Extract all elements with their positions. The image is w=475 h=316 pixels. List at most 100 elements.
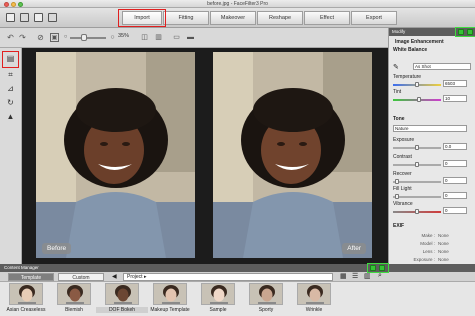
fill-light-slider-knob[interactable] xyxy=(395,194,399,199)
grid-view-icon[interactable]: ▦ xyxy=(340,272,347,280)
contrast-label: Contrast xyxy=(393,154,412,160)
rotate-tool-icon[interactable]: ↻ xyxy=(5,98,16,108)
zoom-in-icon[interactable]: ○ xyxy=(108,33,117,42)
redo-icon[interactable]: ↷ xyxy=(18,33,27,42)
home-icon[interactable] xyxy=(6,13,15,22)
photo-canvas[interactable]: Before After xyxy=(22,48,388,264)
single-view-icon[interactable]: ▭ xyxy=(172,33,181,42)
exif-title: EXIF xyxy=(393,223,405,229)
modify-panel: Modify Image Enhancement White Balance ✎… xyxy=(388,27,475,286)
window-title: before.jpg - FaceFilter3 Pro xyxy=(207,1,268,7)
tab-makeover[interactable]: Makeover xyxy=(210,11,256,25)
tint-label: Tint xyxy=(393,89,402,95)
exposure-value[interactable]: 0.0 xyxy=(443,143,467,150)
tab-fitting[interactable]: Fitting xyxy=(163,11,209,25)
exif-key: Model : xyxy=(420,241,435,246)
template-thumbnail[interactable] xyxy=(297,283,331,305)
template-label: Sporty xyxy=(258,307,274,313)
exif-value: None xyxy=(438,233,449,238)
tone-select[interactable]: Nature xyxy=(393,125,467,132)
temperature-slider-knob[interactable] xyxy=(415,82,419,87)
zoom-out-icon[interactable]: ○ xyxy=(61,33,70,42)
save-icon[interactable] xyxy=(34,13,43,22)
recover-value[interactable]: 0 xyxy=(443,177,467,184)
recover-slider[interactable] xyxy=(393,181,441,183)
eyedropper-icon[interactable]: ✎ xyxy=(393,63,399,71)
white-balance-select[interactable]: As Shot xyxy=(413,63,471,70)
zoom-level: 35% xyxy=(118,33,130,39)
reset-icon[interactable]: ⊘ xyxy=(36,33,45,42)
fill-light-value[interactable]: 0 xyxy=(443,192,467,199)
exif-key: Lens : xyxy=(422,249,435,254)
straighten-tool-icon[interactable]: ⊿ xyxy=(5,84,16,94)
tab-reshape[interactable]: Reshape xyxy=(257,11,303,25)
tab-custom[interactable]: Custom xyxy=(58,273,104,281)
tint-value[interactable]: 10 xyxy=(443,95,467,102)
template-thumbnail[interactable] xyxy=(9,283,43,305)
template-label: Sample xyxy=(209,307,227,313)
vibrance-slider-knob[interactable] xyxy=(415,209,419,214)
fill-light-slider[interactable] xyxy=(393,196,441,198)
brush-tool-icon[interactable]: ▲ xyxy=(5,112,16,122)
template-thumbnail[interactable] xyxy=(57,283,91,305)
content-manager-header: Content Manager xyxy=(0,264,475,272)
after-label: After xyxy=(342,243,366,254)
list-view-icon[interactable]: ☰ xyxy=(352,272,358,280)
template-thumbnail[interactable] xyxy=(105,283,139,305)
vibrance-value[interactable]: 0 xyxy=(443,207,467,214)
main-toolbar: Import Fitting Makeover Reshape Effect E… xyxy=(0,8,475,28)
delete-icon[interactable]: ▥ xyxy=(364,272,371,280)
template-thumbnail[interactable] xyxy=(153,283,187,305)
exif-key: Make : xyxy=(421,233,435,238)
vibrance-label: Vibrance xyxy=(393,201,413,207)
exif-key: Exposure : xyxy=(413,257,435,262)
contrast-slider-knob[interactable] xyxy=(415,162,419,167)
template-label: Asian Creaseless xyxy=(6,307,46,313)
recover-label: Recover xyxy=(393,171,412,177)
edit-toolbar: ↶ ↷ ⊘ ▣ ○ ○ 35% ◫ ▥ ▭ ▬ xyxy=(0,28,388,48)
tab-template[interactable]: Template xyxy=(8,273,54,281)
undo-icon[interactable]: ↶ xyxy=(6,33,15,42)
contrast-value[interactable]: 0 xyxy=(443,160,467,167)
content-manager-toolbar: Template Custom ◀ Project ▸ ▦ ☰ ▥ ⌕ xyxy=(0,272,475,282)
zoom-slider-knob[interactable] xyxy=(81,34,87,41)
template-thumbnail[interactable] xyxy=(201,283,235,305)
template-label: Blemish xyxy=(65,307,83,313)
tint-slider-knob[interactable] xyxy=(417,97,421,102)
split-view-icon[interactable]: ◫ xyxy=(140,33,149,42)
export-icon[interactable] xyxy=(48,13,57,22)
tab-effect[interactable]: Effect xyxy=(304,11,350,25)
fit-screen-icon[interactable]: ▣ xyxy=(50,33,59,42)
template-thumbnail[interactable] xyxy=(249,283,283,305)
before-label: Before xyxy=(42,243,72,254)
zoom-slider[interactable] xyxy=(70,37,106,39)
before-photo: Before xyxy=(36,52,195,258)
content-manager: Content Manager Template Custom ◀ Projec… xyxy=(0,263,475,316)
template-label: Wrinkle xyxy=(305,307,323,313)
template-label: DOF Bokeh xyxy=(96,307,148,313)
white-balance-title: White Balance xyxy=(393,47,428,53)
exif-value: None xyxy=(438,257,449,262)
search-icon[interactable]: ⌕ xyxy=(378,272,382,280)
after-photo: After xyxy=(213,52,372,258)
exposure-label: Exposure xyxy=(393,137,415,143)
fullscreen-icon[interactable]: ▬ xyxy=(186,33,195,42)
project-breadcrumb[interactable]: Project ▸ xyxy=(123,273,333,281)
exif-value: None xyxy=(438,241,449,246)
template-label: Makeup Template xyxy=(150,307,190,313)
exif-value: None xyxy=(438,249,449,254)
crop-tool-icon[interactable]: ⌗ xyxy=(5,70,16,80)
exposure-slider-knob[interactable] xyxy=(415,145,419,150)
recover-slider-knob[interactable] xyxy=(395,179,399,184)
open-folder-icon[interactable] xyxy=(20,13,29,22)
tab-export[interactable]: Export xyxy=(351,11,397,25)
compare-view-icon[interactable]: ▥ xyxy=(154,33,163,42)
back-arrow-icon[interactable]: ◀ xyxy=(112,273,117,280)
fill-light-label: Fill Light xyxy=(393,186,412,192)
tone-title: Tone xyxy=(393,116,405,122)
temperature-value[interactable]: 6503 xyxy=(443,80,467,87)
import-tab-highlight xyxy=(118,9,166,27)
panel-buttons-highlight xyxy=(455,27,475,37)
left-tool-highlight xyxy=(2,51,19,68)
content-manager-buttons-highlight xyxy=(367,263,389,273)
